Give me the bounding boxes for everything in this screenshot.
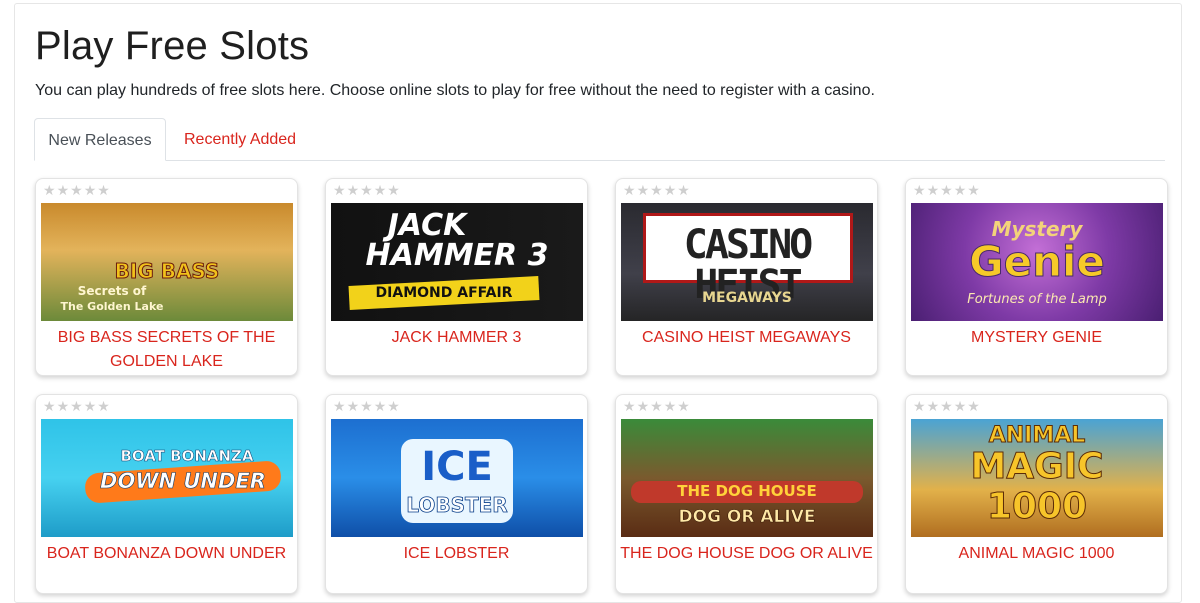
game-card[interactable]: ★ ★ ★ ★ ★ BOAT BONANZA DOWN UNDER BOAT BONAN… (35, 394, 298, 594)
star-icon[interactable]: ★ (664, 182, 677, 198)
rating-stars[interactable]: ★ ★ ★ ★ ★ (623, 182, 690, 198)
star-icon[interactable]: ★ (967, 398, 980, 414)
star-icon[interactable]: ★ (360, 398, 373, 414)
thumbnail-logo-text: Fortunes of the Lamp (967, 292, 1107, 307)
star-icon[interactable]: ★ (43, 182, 56, 198)
star-icon[interactable]: ★ (664, 398, 677, 414)
star-icon[interactable]: ★ (70, 182, 83, 198)
rating-stars[interactable]: ★ ★ ★ ★ ★ (333, 182, 400, 198)
rating-stars[interactable]: ★ ★ ★ ★ ★ (913, 182, 980, 198)
tab-bar: New Releases Recently Added (34, 118, 1165, 161)
star-icon[interactable]: ★ (374, 182, 387, 198)
star-icon[interactable]: ★ (97, 182, 110, 198)
game-title-link[interactable]: CASINO HEIST MEGAWAYS (620, 326, 873, 350)
rating-stars[interactable]: ★ ★ ★ ★ ★ (43, 398, 110, 414)
star-icon[interactable]: ★ (913, 398, 926, 414)
game-card[interactable]: ★ ★ ★ ★ ★ BIG BASS Secrets of The Golden Lak… (35, 178, 298, 376)
thumbnail-logo-text: 1000 (986, 486, 1088, 527)
page-intro: You can play hundreds of free slots here… (35, 82, 875, 99)
star-icon[interactable]: ★ (954, 182, 967, 198)
star-icon[interactable]: ★ (347, 182, 360, 198)
game-title-link[interactable]: ICE LOBSTER (330, 542, 583, 566)
game-thumbnail[interactable]: ANIMAL MAGIC 1000 (911, 419, 1163, 537)
game-card[interactable]: ★ ★ ★ ★ ★ ICE LOBSTER ICE LOBSTER (325, 394, 588, 594)
star-icon[interactable]: ★ (967, 182, 980, 198)
star-icon[interactable]: ★ (387, 182, 400, 198)
game-thumbnail[interactable]: JACK HAMMER 3 DIAMOND AFFAIR (331, 203, 583, 321)
star-icon[interactable]: ★ (360, 182, 373, 198)
game-card[interactable]: ★ ★ ★ ★ ★ Mystery Genie Fortunes of the Lamp… (905, 178, 1168, 376)
star-icon[interactable]: ★ (387, 398, 400, 414)
star-icon[interactable]: ★ (57, 398, 70, 414)
star-icon[interactable]: ★ (97, 398, 110, 414)
game-card[interactable]: ★ ★ ★ ★ ★ CASINO HEIST MEGAWAYS CASINO HEIST… (615, 178, 878, 376)
star-icon[interactable]: ★ (57, 182, 70, 198)
star-icon[interactable]: ★ (70, 398, 83, 414)
thumbnail-logo-text: LOBSTER (406, 493, 508, 517)
star-icon[interactable]: ★ (84, 182, 97, 198)
thumbnail-logo-text: HAMMER 3 (365, 238, 549, 273)
game-thumbnail[interactable]: BIG BASS Secrets of The Golden Lake (41, 203, 293, 321)
star-icon[interactable]: ★ (333, 398, 346, 414)
star-icon[interactable]: ★ (677, 182, 690, 198)
star-icon[interactable]: ★ (927, 398, 940, 414)
game-thumbnail[interactable]: BOAT BONANZA DOWN UNDER (41, 419, 293, 537)
game-title-link[interactable]: JACK HAMMER 3 (330, 326, 583, 350)
game-card[interactable]: ★ ★ ★ ★ ★ THE DOG HOUSE DOG OR ALIVE THE DOG… (615, 394, 878, 594)
thumbnail-logo-text: ICE (421, 444, 493, 490)
thumbnail-logo-text: Secrets of (77, 284, 147, 298)
star-icon[interactable]: ★ (650, 398, 663, 414)
star-icon[interactable]: ★ (677, 398, 690, 414)
thumbnail-logo-text: DOG OR ALIVE (678, 507, 816, 527)
star-icon[interactable]: ★ (637, 182, 650, 198)
star-icon[interactable]: ★ (637, 398, 650, 414)
rating-stars[interactable]: ★ ★ ★ ★ ★ (623, 398, 690, 414)
game-title-link[interactable]: THE DOG HOUSE DOG OR ALIVE (620, 542, 873, 566)
star-icon[interactable]: ★ (374, 398, 387, 414)
star-icon[interactable]: ★ (650, 182, 663, 198)
thumbnail-logo-text: DIAMOND AFFAIR (375, 285, 513, 301)
star-icon[interactable]: ★ (927, 182, 940, 198)
star-icon[interactable]: ★ (913, 182, 926, 198)
game-thumbnail[interactable]: CASINO HEIST MEGAWAYS (621, 203, 873, 321)
tab-new-releases[interactable]: New Releases (34, 118, 166, 161)
thumbnail-logo-text: MAGIC (970, 446, 1104, 487)
rating-stars[interactable]: ★ ★ ★ ★ ★ (333, 398, 400, 414)
star-icon[interactable]: ★ (623, 182, 636, 198)
page-title: Play Free Slots (35, 24, 310, 68)
star-icon[interactable]: ★ (43, 398, 56, 414)
game-title-link[interactable]: ANIMAL MAGIC 1000 (910, 542, 1163, 566)
game-thumbnail[interactable]: ICE LOBSTER (331, 419, 583, 537)
star-icon[interactable]: ★ (84, 398, 97, 414)
star-icon[interactable]: ★ (940, 398, 953, 414)
thumbnail-logo-text: Mystery (991, 217, 1083, 241)
thumbnail-logo-text: BIG BASS (114, 259, 220, 283)
game-card[interactable]: ★ ★ ★ ★ ★ JACK HAMMER 3 DIAMOND AFFAIR JACK … (325, 178, 588, 376)
game-thumbnail[interactable]: Mystery Genie Fortunes of the Lamp (911, 203, 1163, 321)
game-title-link[interactable]: BIG BASS SECRETS OF THE GOLDEN LAKE (40, 326, 293, 374)
star-icon[interactable]: ★ (347, 398, 360, 414)
thumbnail-logo-text: JACK (387, 208, 467, 243)
thumbnail-logo-text: MEGAWAYS (702, 290, 792, 306)
thumbnail-logo-text: The Golden Lake (60, 300, 164, 313)
thumbnail-logo-text: Genie (969, 237, 1106, 286)
star-icon[interactable]: ★ (623, 398, 636, 414)
game-title-link[interactable]: BOAT BONANZA DOWN UNDER (40, 542, 293, 566)
star-icon[interactable]: ★ (333, 182, 346, 198)
thumbnail-logo-text: DOWN UNDER (100, 469, 267, 493)
game-title-link[interactable]: MYSTERY GENIE (910, 326, 1163, 350)
star-icon[interactable]: ★ (954, 398, 967, 414)
game-card[interactable]: ★ ★ ★ ★ ★ ANIMAL MAGIC 1000 ANIMAL MAGIC 100… (905, 394, 1168, 594)
rating-stars[interactable]: ★ ★ ★ ★ ★ (43, 182, 110, 198)
star-icon[interactable]: ★ (940, 182, 953, 198)
game-thumbnail[interactable]: THE DOG HOUSE DOG OR ALIVE (621, 419, 873, 537)
thumbnail-logo-text: ANIMAL (988, 423, 1086, 448)
thumbnail-logo-text: THE DOG HOUSE (677, 482, 817, 500)
rating-stars[interactable]: ★ ★ ★ ★ ★ (913, 398, 980, 414)
tab-recently-added[interactable]: Recently Added (168, 118, 312, 161)
